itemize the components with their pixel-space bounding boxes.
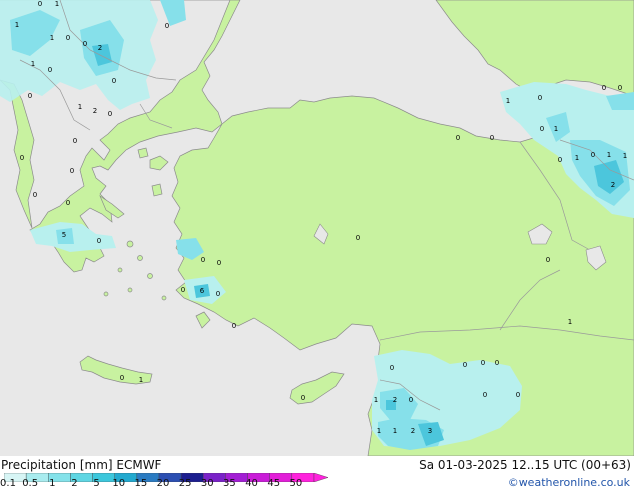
precip-value-label: 0 xyxy=(232,322,236,330)
color-scale-tick-label: 15 xyxy=(134,478,148,489)
precip-value-label: 0 xyxy=(481,359,485,367)
color-scale-tick-label: 50 xyxy=(289,478,303,489)
precip-value-label: 0 xyxy=(591,151,595,159)
precip-value-label: 1 xyxy=(78,103,82,111)
weather-map: 1 0 1 1 0 0 2 1 0 1 2 0 0 0 0 0 0 0 5 0 0 0 0 6 0 0 0 0 1 0 0 1 0 1 0 0 1 0 1 2… xyxy=(0,0,634,456)
color-scale-tick-label: 25 xyxy=(178,478,192,489)
precip-value-label: 0 xyxy=(165,22,169,30)
precip-value-label: 0 xyxy=(97,237,101,245)
precip-value-label: 2 xyxy=(98,44,102,52)
precip-value-label: 0 xyxy=(120,374,124,382)
precip-value-label: 0 xyxy=(390,364,394,372)
precip-value-label: 1 xyxy=(15,21,19,29)
precip-value-label: 1 xyxy=(50,34,54,42)
precip-value-label: 0 xyxy=(356,234,360,242)
precip-value-label: 2 xyxy=(611,181,615,189)
precip-value-label: 0 xyxy=(602,84,606,92)
precip-value-label: 0 xyxy=(490,134,494,142)
precip-value-label: 0 xyxy=(618,84,622,92)
precip-value-label: 1 xyxy=(139,376,143,384)
precip-value-label: 0 xyxy=(538,94,542,102)
precip-value-label: 0 xyxy=(66,199,70,207)
precip-value-label: 0 xyxy=(409,396,413,404)
precip-value-label: 1 xyxy=(575,154,579,162)
precip-value-label: 0 xyxy=(20,154,24,162)
color-scale-tick-label: 1 xyxy=(49,478,56,489)
precip-value-label: 0 xyxy=(38,0,42,8)
precip-value-label: 0 xyxy=(28,92,32,100)
precip-value-label: 0 xyxy=(112,77,116,85)
precip-value-label: 0 xyxy=(463,361,467,369)
site-credit[interactable]: ©weatheronline.co.uk xyxy=(508,476,630,489)
precip-value-label: 0 xyxy=(495,359,499,367)
color-scale-tick-label: 0.5 xyxy=(22,478,39,489)
color-scale-tick-label: 40 xyxy=(245,478,258,489)
precip-value-label: 0 xyxy=(540,125,544,133)
color-scale-tick-label: 20 xyxy=(156,478,170,489)
precip-value-label: 2 xyxy=(93,107,97,115)
precip-value-label: 3 xyxy=(428,427,432,435)
precip-value-label: 1 xyxy=(393,427,397,435)
precip-value-label: 1 xyxy=(506,97,510,105)
color-scale-tick-label: 5 xyxy=(93,478,100,489)
precip-value-label: 0 xyxy=(558,156,562,164)
precip-value-label: 0 xyxy=(108,110,112,118)
precip-value-label: 0 xyxy=(48,66,52,74)
color-scale-tick-label: 45 xyxy=(267,478,281,489)
precip-value-label: 0 xyxy=(216,290,220,298)
precip-value-label: 0 xyxy=(70,167,74,175)
precip-value-label: 0 xyxy=(217,259,221,267)
map-footer: Precipitation [mm] ECMWF Sa 01-03-2025 1… xyxy=(0,456,634,490)
precip-value-label: 1 xyxy=(607,151,611,159)
precip-value-label: 0 xyxy=(546,256,550,264)
precip-value-label: 0 xyxy=(181,286,185,294)
product-title: Precipitation [mm] ECMWF xyxy=(1,458,162,472)
color-scale-tick-label: 30 xyxy=(200,478,214,489)
precip-value-label: 0 xyxy=(83,40,87,48)
precipitation-map: 1 0 1 1 0 0 2 1 0 1 2 0 0 0 0 0 0 0 5 0 0 0 0 6 0 0 0 0 1 0 0 1 0 1 0 0 1 0 1 2… xyxy=(0,0,634,456)
precip-value-label: 5 xyxy=(62,231,66,239)
precip-value-label: 0 xyxy=(483,391,487,399)
precip-value-label: 1 xyxy=(374,396,378,404)
precip-value-label: 2 xyxy=(393,396,397,404)
precip-value-label: 2 xyxy=(411,427,415,435)
precip-value-label: 0 xyxy=(73,137,77,145)
land-chios xyxy=(151,183,163,197)
precip-value-label: 6 xyxy=(200,287,205,295)
precip-value-label: 0 xyxy=(456,134,460,142)
color-scale-arrow xyxy=(313,473,329,482)
precip-value-label: 1 xyxy=(55,0,59,8)
precip-value-label: 1 xyxy=(554,125,558,133)
precip-value-label: 1 xyxy=(377,427,381,435)
precip-value-label: 1 xyxy=(31,60,35,68)
color-scale-tick-label: 10 xyxy=(112,478,126,489)
precip-value-label: 0 xyxy=(301,394,305,402)
precip-value-label: 0 xyxy=(201,256,205,264)
precip-value-label: 0 xyxy=(516,391,520,399)
color-scale-tick-label: 2 xyxy=(71,478,78,489)
precip-value-label: 1 xyxy=(568,318,572,326)
color-scale-tick-label: 0.1 xyxy=(0,478,16,489)
precip-value-label: 0 xyxy=(66,34,70,42)
valid-time: Sa 01-03-2025 12..15 UTC (00+63) xyxy=(419,458,631,472)
land-lemnos xyxy=(137,147,149,159)
precip-value-label: 1 xyxy=(623,152,627,160)
precip-value-label: 0 xyxy=(33,191,37,199)
color-scale-tick-label: 35 xyxy=(223,478,236,489)
